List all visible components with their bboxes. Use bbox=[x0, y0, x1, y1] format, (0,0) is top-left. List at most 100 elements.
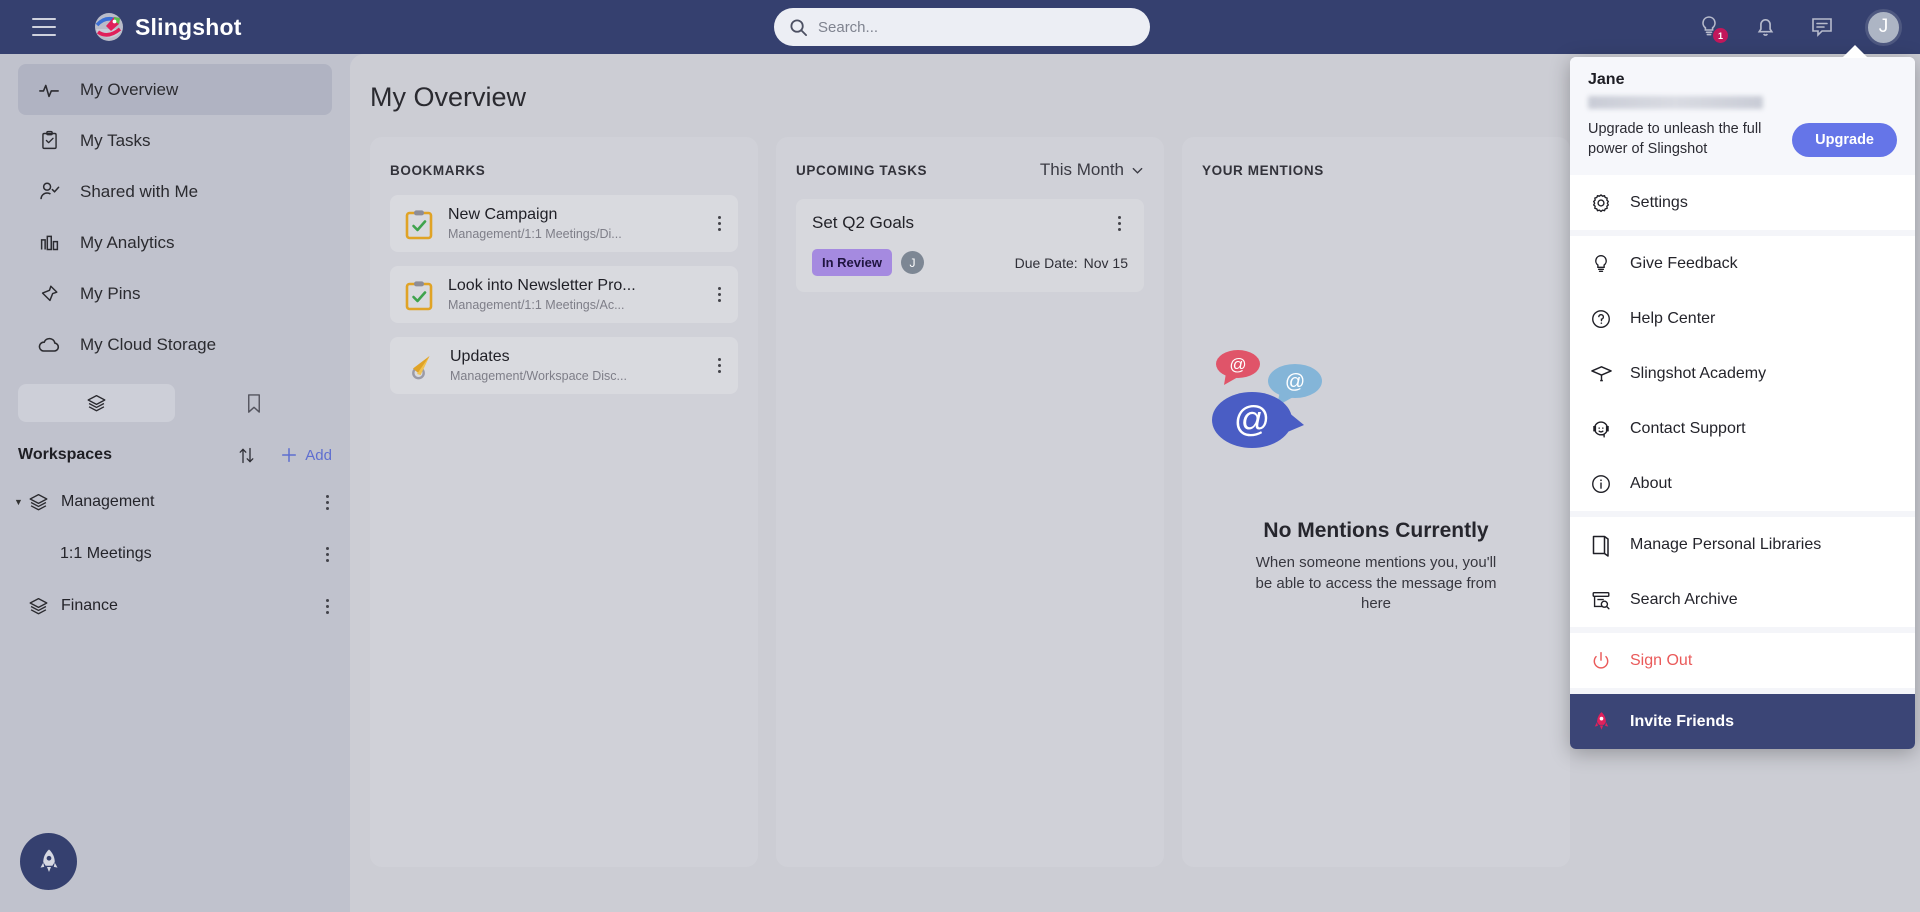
bookmark-item[interactable]: Look into Newsletter Pro... Management/1… bbox=[390, 266, 738, 323]
task-assignee-avatar: J bbox=[900, 251, 924, 274]
pin-icon bbox=[36, 281, 62, 307]
menu-item-label: Slingshot Academy bbox=[1630, 364, 1767, 382]
chevron-down-icon bbox=[1131, 164, 1144, 177]
workspace-finance[interactable]: Finance bbox=[0, 580, 350, 632]
menu-item-slingshot-academy[interactable]: Slingshot Academy bbox=[1570, 346, 1915, 401]
user-menu-arrow bbox=[1842, 45, 1868, 58]
menu-item-label: Contact Support bbox=[1630, 419, 1746, 437]
chevron-down-icon[interactable]: ▼ bbox=[14, 497, 28, 507]
menu-item-contact-support[interactable]: Contact Support bbox=[1570, 401, 1915, 456]
notifications-bell-icon[interactable] bbox=[1753, 14, 1779, 40]
search-input[interactable] bbox=[818, 18, 1150, 36]
hamburger-icon[interactable] bbox=[32, 18, 56, 36]
menu-item-help-center[interactable]: Help Center bbox=[1570, 291, 1915, 346]
power-icon bbox=[1588, 650, 1614, 672]
question-circle-icon bbox=[1588, 308, 1614, 330]
feedback-lightbulb-icon[interactable]: 1 bbox=[1697, 14, 1728, 43]
workspace-options-icon[interactable] bbox=[318, 596, 336, 617]
sidebar-item-label: My Tasks bbox=[80, 130, 151, 150]
plus-icon bbox=[279, 445, 299, 465]
sidebar-item-my-analytics[interactable]: My Analytics bbox=[18, 217, 332, 268]
tab-workspaces[interactable] bbox=[18, 384, 175, 422]
bookmark-subtitle: Management/Workspace Disc... bbox=[450, 369, 627, 383]
bookmark-options-icon[interactable] bbox=[710, 284, 728, 305]
bookmark-subtitle: Management/1:1 Meetings/Ac... bbox=[448, 298, 625, 312]
bookmark-text: New Campaign Management/1:1 Meetings/Di.… bbox=[448, 206, 622, 241]
user-menu-header: Jane Upgrade to unleash the full power o… bbox=[1570, 57, 1915, 176]
workspace-name: 1:1 Meetings bbox=[60, 545, 152, 562]
search-box[interactable] bbox=[774, 8, 1150, 46]
mentions-empty-title: No Mentions Currently bbox=[1263, 519, 1489, 542]
feedback-badge: 1 bbox=[1713, 28, 1728, 43]
sort-arrows-icon[interactable] bbox=[236, 445, 257, 466]
task-due-date: Due Date: Nov 15 bbox=[1015, 255, 1128, 271]
bookmark-icon bbox=[245, 393, 263, 414]
menu-item-manage-personal-libraries[interactable]: Manage Personal Libraries bbox=[1570, 517, 1915, 572]
menu-item-settings[interactable]: Settings bbox=[1570, 175, 1915, 230]
mentions-card: YOUR MENTIONS @ @ @ No Mentions Currentl… bbox=[1182, 137, 1570, 867]
user-menu-name: Jane bbox=[1588, 71, 1625, 88]
user-menu-email-masked bbox=[1588, 96, 1763, 109]
top-bar: Slingshot 1 bbox=[0, 0, 1920, 54]
task-meta: In Review J Due Date: Nov 15 bbox=[812, 249, 1128, 276]
sidebar-item-label: Shared with Me bbox=[80, 181, 199, 201]
add-workspace-button[interactable]: Add bbox=[279, 445, 332, 465]
sidebar-item-label: My Analytics bbox=[80, 232, 175, 252]
bookmark-options-icon[interactable] bbox=[710, 213, 728, 234]
sidebar-item-my-tasks[interactable]: My Tasks bbox=[18, 115, 332, 166]
upgrade-row: Upgrade to unleash the full power of Sli… bbox=[1588, 120, 1897, 159]
workspace-options-icon[interactable] bbox=[318, 492, 336, 513]
task-name: Set Q2 Goals bbox=[812, 213, 915, 232]
menu-item-label: Sign Out bbox=[1630, 651, 1693, 669]
sidebar-item-my-pins[interactable]: My Pins bbox=[18, 268, 332, 319]
workspace-name: Management bbox=[61, 493, 155, 510]
sidebar-item-shared-with-me[interactable]: Shared with Me bbox=[18, 166, 332, 217]
menu-item-about[interactable]: About bbox=[1570, 456, 1915, 511]
gear-icon bbox=[1588, 192, 1614, 214]
tab-bookmarks[interactable] bbox=[175, 384, 332, 422]
workspace-options-icon[interactable] bbox=[318, 544, 336, 565]
brand: Slingshot bbox=[94, 12, 242, 42]
upgrade-button[interactable]: Upgrade bbox=[1792, 122, 1897, 157]
task-options-icon[interactable] bbox=[1110, 213, 1128, 234]
bookmark-title: Updates bbox=[450, 348, 510, 365]
bookmark-item[interactable]: Updates Management/Workspace Disc... bbox=[390, 337, 738, 394]
status-badge: In Review bbox=[812, 249, 892, 276]
brand-name: Slingshot bbox=[135, 13, 242, 40]
layers-icon bbox=[28, 492, 49, 513]
sidebar-item-label: My Overview bbox=[80, 79, 179, 99]
rocket-fab-button[interactable] bbox=[20, 833, 77, 890]
layers-icon bbox=[86, 393, 107, 414]
workspaces-title: Workspaces bbox=[18, 446, 112, 463]
sidebar-item-my-overview[interactable]: My Overview bbox=[18, 64, 332, 115]
upcoming-tasks-card-header: UPCOMING TASKS This Month bbox=[796, 159, 1144, 181]
menu-item-give-feedback[interactable]: Give Feedback bbox=[1570, 236, 1915, 291]
svg-text:@: @ bbox=[1234, 398, 1271, 439]
top-bar-actions: 1 J bbox=[1697, 0, 1902, 54]
card-title: UPCOMING TASKS bbox=[796, 162, 928, 178]
bookmark-text: Updates Management/Workspace Disc... bbox=[450, 348, 627, 383]
activity-icon bbox=[36, 77, 62, 103]
slingshot-logo-icon bbox=[94, 12, 124, 42]
user-avatar[interactable]: J bbox=[1865, 8, 1902, 46]
menu-item-search-archive[interactable]: Search Archive bbox=[1570, 572, 1915, 627]
svg-text:@: @ bbox=[1229, 355, 1246, 374]
workspace-1-1-meetings[interactable]: 1:1 Meetings bbox=[0, 528, 350, 580]
sidebar-item-my-cloud-storage[interactable]: My Cloud Storage bbox=[18, 319, 332, 370]
menu-item-invite-friends[interactable]: Invite Friends bbox=[1570, 694, 1915, 750]
mentions-empty-state: @ @ @ No Mentions Currently When someone… bbox=[1182, 337, 1570, 615]
task-item[interactable]: Set Q2 Goals In Review J Due Date: Nov 15 bbox=[796, 199, 1144, 292]
clipboard-check-icon bbox=[36, 128, 62, 154]
bookmark-item[interactable]: New Campaign Management/1:1 Meetings/Di.… bbox=[390, 195, 738, 252]
chat-message-icon[interactable] bbox=[1809, 14, 1835, 40]
tasks-period-filter[interactable]: This Month bbox=[1040, 160, 1144, 180]
bookmark-options-icon[interactable] bbox=[710, 355, 728, 376]
at-mention-bubbles-icon: @ @ @ bbox=[1182, 337, 1570, 457]
menu-item-sign-out[interactable]: Sign Out bbox=[1570, 633, 1915, 688]
workspace-management[interactable]: ▼ Management bbox=[0, 476, 350, 528]
card-title: BOOKMARKS bbox=[390, 162, 486, 178]
user-menu: Jane Upgrade to unleash the full power o… bbox=[1570, 57, 1915, 750]
cloud-icon bbox=[36, 332, 62, 358]
megaphone-icon bbox=[404, 350, 436, 382]
menu-item-label: Help Center bbox=[1630, 309, 1716, 327]
